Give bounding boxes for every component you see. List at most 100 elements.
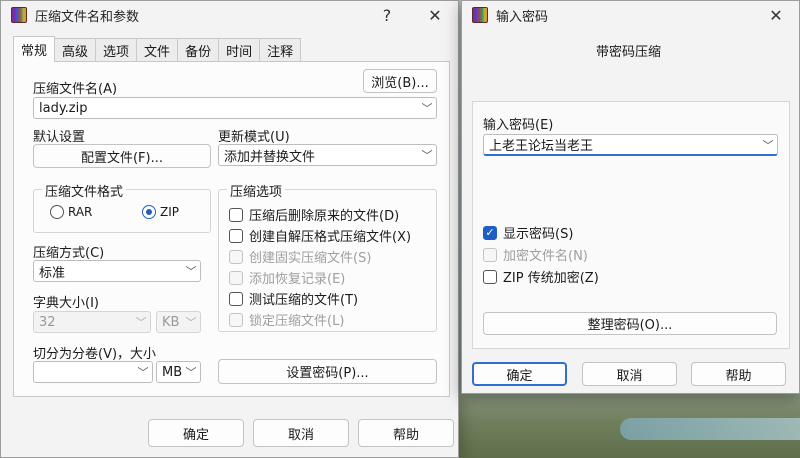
password-ok-button[interactable]: 确定 (472, 362, 567, 386)
split-unit-value: MB (162, 364, 182, 380)
password-cancel-button[interactable]: 取消 (582, 362, 677, 386)
password-label: 输入密码(E) (483, 118, 554, 133)
archive-name-value: lady.zip (39, 100, 88, 116)
password-dialog-title: 输入密码 (496, 9, 549, 25)
archive-dialog-tabs: 常规 高级 选项 文件 备份 时间 注释 (13, 36, 302, 62)
option-label: 添加恢复记录(E) (249, 272, 346, 287)
dictionary-size-combo: 32 ﹀ (33, 311, 151, 333)
radio-off-icon (50, 205, 64, 219)
zip-legacy-encryption-label: ZIP 传统加密(Z) (503, 271, 599, 286)
desktop-water (620, 418, 800, 440)
format-rar-label: RAR (68, 205, 93, 219)
organize-passwords-button[interactable]: 整理密码(O)... (483, 312, 777, 335)
archive-cancel-button[interactable]: 取消 (253, 419, 349, 447)
tab-time[interactable]: 时间 (218, 38, 261, 62)
set-password-button[interactable]: 设置密码(P)... (218, 359, 437, 384)
tab-comment[interactable]: 注释 (259, 38, 302, 62)
checkbox-icon (483, 269, 497, 284)
option-test-files[interactable]: 测试压缩的文件(T) (229, 289, 358, 308)
archive-options-group: 压缩选项 压缩后删除原来的文件(D) 创建自解压格式压缩文件(X) 创建固实压缩… (218, 181, 437, 332)
checkbox-checked-icon: ✓ (483, 225, 497, 240)
dictionary-size-label: 字典大小(I) (33, 296, 99, 311)
checkbox-icon (229, 228, 243, 243)
option-recovery-record: 添加恢复记录(E) (229, 268, 345, 287)
format-zip-radio[interactable]: ZIP (142, 205, 179, 219)
tab-advanced[interactable]: 高级 (54, 38, 97, 62)
encrypt-filenames-checkbox: 加密文件名(N) (483, 245, 588, 264)
update-mode-combo[interactable]: 添加并替换文件 ﹀ (218, 144, 437, 166)
chevron-down-icon: ﹀ (185, 316, 197, 329)
compression-method-combo[interactable]: 标准 ﹀ (33, 260, 201, 282)
password-dialog-titlebar: 输入密码 ✕ (462, 1, 799, 29)
option-label: 压缩后删除原来的文件(D) (249, 209, 400, 224)
option-delete-after[interactable]: 压缩后删除原来的文件(D) (229, 205, 399, 224)
tab-options[interactable]: 选项 (95, 38, 138, 62)
password-dialog: 输入密码 ✕ 带密码压缩 输入密码(E) 上老王论坛当老王 ﹀ ✓ 显示密码(S… (461, 0, 800, 394)
chevron-down-icon: ﹀ (135, 316, 147, 329)
general-tab-panel: 压缩文件名(A) 浏览(B)... lady.zip ﹀ 默认设置 配置文件(F… (13, 61, 450, 397)
archive-name-combo[interactable]: lady.zip ﹀ (33, 97, 437, 119)
option-label: 创建自解压格式压缩文件(X) (249, 230, 412, 245)
format-rar-radio[interactable]: RAR (50, 205, 92, 219)
option-label: 创建固实压缩文件(S) (249, 251, 372, 266)
update-mode-value: 添加并替换文件 (224, 149, 316, 165)
split-unit-combo[interactable]: MB ﹀ (156, 361, 201, 383)
default-settings-label: 默认设置 (33, 130, 86, 145)
split-size-combo[interactable]: ﹀ (33, 361, 153, 383)
format-zip-label: ZIP (160, 205, 179, 219)
checkbox-icon (229, 207, 243, 222)
chevron-down-icon[interactable]: ﹀ (134, 362, 152, 382)
chevron-down-icon[interactable]: ﹀ (182, 261, 200, 281)
compression-method-value: 标准 (39, 265, 66, 281)
tab-backup[interactable]: 备份 (177, 38, 220, 62)
help-icon[interactable]: ? (373, 3, 401, 27)
option-create-sfx[interactable]: 创建自解压格式压缩文件(X) (229, 226, 411, 245)
archive-dialog-title: 压缩文件名和参数 (35, 9, 140, 25)
archive-dialog-titlebar: 压缩文件名和参数 ? ✕ (1, 1, 458, 29)
encrypt-filenames-label: 加密文件名(N) (503, 249, 588, 264)
tab-files[interactable]: 文件 (136, 38, 179, 62)
close-icon[interactable]: ✕ (421, 3, 449, 27)
chevron-down-icon[interactable]: ﹀ (182, 362, 200, 382)
zip-legacy-encryption-checkbox[interactable]: ZIP 传统加密(Z) (483, 267, 599, 286)
chevron-down-icon[interactable]: ﹀ (418, 98, 436, 118)
option-lock-archive: 锁定压缩文件(L) (229, 310, 344, 329)
password-value: 上老王论坛当老王 (489, 139, 594, 154)
tab-general[interactable]: 常规 (13, 36, 56, 62)
dictionary-unit-combo: KB ﹀ (156, 311, 201, 333)
option-label: 锁定压缩文件(L) (249, 314, 345, 329)
profiles-button[interactable]: 配置文件(F)... (33, 144, 211, 168)
password-input[interactable]: 上老王论坛当老王 ﹀ (483, 134, 778, 156)
winrar-app-icon (472, 7, 488, 23)
archive-name-label: 压缩文件名(A) (33, 82, 118, 97)
password-help-button[interactable]: 帮助 (691, 362, 786, 386)
browse-button[interactable]: 浏览(B)... (363, 69, 437, 93)
option-solid: 创建固实压缩文件(S) (229, 247, 371, 266)
archive-ok-button[interactable]: 确定 (148, 419, 244, 447)
checkbox-icon (229, 270, 243, 285)
close-icon[interactable]: ✕ (762, 3, 790, 27)
show-password-label: 显示密码(S) (503, 227, 574, 242)
checkbox-icon (483, 247, 497, 262)
chevron-down-icon[interactable]: ﹀ (759, 135, 777, 154)
dictionary-size-value: 32 (39, 314, 56, 330)
password-panel: 输入密码(E) 上老王论坛当老王 ﹀ ✓ 显示密码(S) 加密文件名(N) ZI… (472, 101, 790, 349)
update-mode-label: 更新模式(U) (218, 130, 290, 145)
split-volumes-label: 切分为分卷(V)，大小 (33, 347, 157, 362)
option-label: 测试压缩的文件(T) (249, 293, 359, 308)
checkbox-icon (229, 291, 243, 306)
winrar-app-icon (11, 7, 27, 23)
dictionary-unit-value: KB (162, 314, 180, 330)
checkbox-icon (229, 249, 243, 264)
radio-on-icon (142, 205, 156, 219)
chevron-down-icon[interactable]: ﹀ (418, 145, 436, 165)
archive-options-group-title: 压缩选项 (227, 181, 286, 200)
compression-method-label: 压缩方式(C) (33, 246, 105, 261)
checkbox-icon (229, 312, 243, 327)
archive-format-group-title: 压缩文件格式 (42, 181, 127, 200)
archive-name-dialog: 压缩文件名和参数 ? ✕ 常规 高级 选项 文件 备份 时间 注释 压缩文件名(… (0, 0, 459, 458)
archive-format-group: 压缩文件格式 RAR ZIP (33, 181, 211, 233)
show-password-checkbox[interactable]: ✓ 显示密码(S) (483, 223, 573, 242)
password-dialog-subtitle: 带密码压缩 (596, 45, 662, 60)
archive-help-button[interactable]: 帮助 (358, 419, 454, 447)
